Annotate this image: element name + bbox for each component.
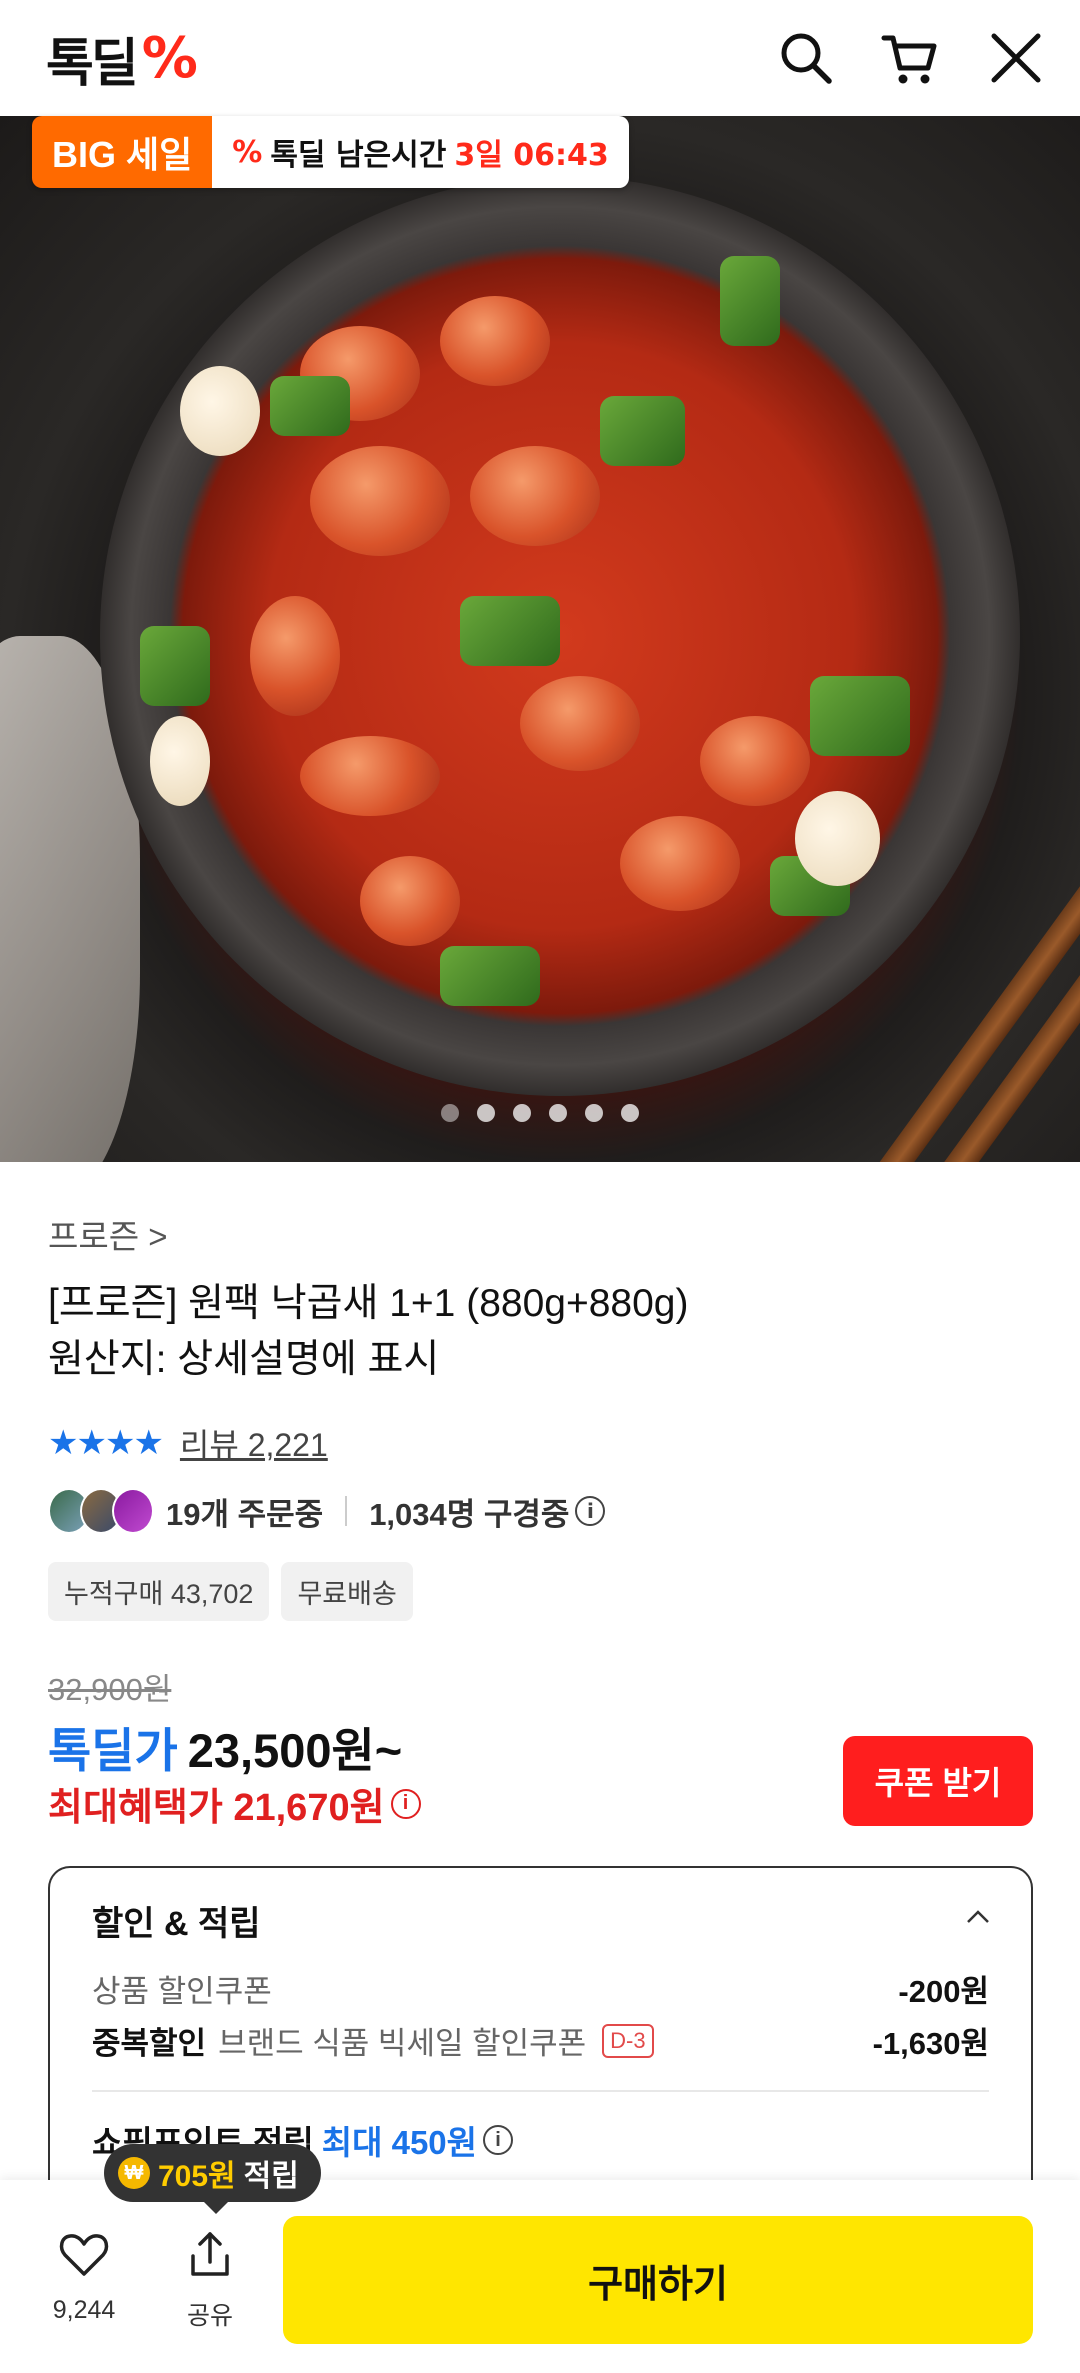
logo-text: 톡딜 (46, 33, 139, 94)
buyer-avatars (48, 1488, 154, 1534)
logo-percent-symbol: % (141, 25, 198, 91)
food-piece (720, 256, 780, 346)
pan-photo (100, 176, 1020, 1096)
food-piece (250, 596, 340, 716)
orders-count: 19개 주문중 (166, 1496, 324, 1532)
brand-breadcrumb[interactable]: 프로즌 > (48, 1210, 168, 1258)
talkdeal-logo[interactable]: 톡딜 % (46, 25, 198, 94)
info-icon[interactable]: i (575, 1496, 606, 1526)
food-piece (440, 946, 540, 1006)
food-piece (300, 736, 440, 816)
product-tags: 누적구매 43,702 무료배송 (48, 1562, 413, 1621)
chevron-up-icon[interactable] (965, 1904, 991, 1930)
timer-section: % 톡딜 남은시간 3일 06:43 (212, 116, 629, 188)
tooltip-suffix: 적립 (243, 2160, 299, 2193)
rating-row: ★★★★ 리뷰 2,221 (48, 1420, 328, 1466)
food-piece (460, 596, 560, 666)
avatar (112, 1488, 154, 1534)
discount-label-group: 중복할인 브랜드 식품 빅세일 할인쿠폰 D-3 (92, 2018, 654, 2063)
carousel-indicator (0, 1104, 1080, 1122)
tooltip-amount: 705원 (158, 2160, 236, 2193)
timer-label: 톡딜 남은시간 (270, 138, 447, 173)
discount-heading: 할인 & 적립 (92, 1905, 261, 1943)
activity-row: 19개 주문중 1,034명 구경중 i (48, 1486, 606, 1536)
stacked-discount-label: 중복할인 (92, 2026, 207, 2061)
talkdeal-percent-icon: % (232, 134, 263, 170)
deal-price-value: 23,500원~ (187, 1724, 403, 1777)
heart-icon (59, 2234, 109, 2276)
like-count: 9,244 (52, 2296, 116, 2324)
max-benefit-price: 최대혜택가 21,670원 i (48, 1776, 421, 1831)
product-title: [프로즌] 원팩 낙곱새 1+1 (880g+880g) 원산지: 상세설명에 … (48, 1276, 1028, 1388)
food-piece (600, 396, 685, 466)
product-title-line: [프로즌] 원팩 낙곱새 1+1 (880g+880g) (48, 1282, 689, 1325)
food-piece (180, 366, 260, 456)
food-piece (810, 676, 910, 756)
product-origin-line: 원산지: 상세설명에 표시 (48, 1338, 440, 1381)
food-piece (360, 856, 460, 946)
sale-timer-badge: BIG 세일 % 톡딜 남은시간 3일 06:43 (32, 116, 629, 188)
carousel-dot[interactable] (513, 1104, 531, 1122)
carousel-dot[interactable] (441, 1104, 459, 1122)
food-piece (700, 716, 810, 806)
d-day-badge: D-3 (602, 2023, 654, 2058)
food-piece (470, 446, 600, 546)
points-tooltip: ₩ 705원 적립 (104, 2144, 321, 2214)
free-shipping-chip: 무료배송 (281, 1562, 413, 1621)
buy-button[interactable]: 구매하기 (283, 2216, 1033, 2344)
deal-price-label: 톡딜가 (48, 1724, 178, 1777)
star-rating: ★★★★ (48, 1423, 164, 1463)
points-max: 최대 450원 (321, 2124, 478, 2161)
food-piece (440, 296, 550, 386)
discount-amount: -200원 (898, 1974, 989, 2009)
food-piece (140, 626, 210, 706)
cumulative-purchase-chip: 누적구매 43,702 (48, 1562, 270, 1621)
discount-label: 브랜드 식품 빅세일 할인쿠폰 (218, 2026, 587, 2061)
divider (345, 1496, 348, 1526)
share-icon (191, 2232, 229, 2276)
share-button[interactable]: 공유 (150, 2228, 270, 2332)
divider (92, 2090, 989, 2092)
discount-amount: -1,630원 (872, 2026, 989, 2061)
info-icon[interactable]: i (483, 2125, 514, 2155)
original-price: 32,900원 (48, 1672, 172, 1707)
top-bar: 톡딜 % (0, 0, 1080, 116)
deal-price-row: 톡딜가 23,500원~ (48, 1712, 402, 1781)
discount-label: 상품 할인쿠폰 (92, 1974, 272, 2009)
search-icon[interactable] (776, 28, 836, 88)
food-piece (270, 376, 350, 436)
carousel-dot[interactable] (585, 1104, 603, 1122)
food-piece (795, 791, 880, 886)
max-benefit-text: 최대혜택가 21,670원 (48, 1787, 385, 1829)
discount-row: 상품 할인쿠폰 -200원 (92, 1966, 989, 2011)
like-button[interactable]: 9,244 (24, 2228, 144, 2325)
cart-icon[interactable] (880, 28, 940, 88)
food-piece (150, 716, 210, 806)
food-piece (310, 446, 450, 556)
review-link[interactable]: 리뷰 2,221 (180, 1420, 328, 1466)
carousel-dot[interactable] (477, 1104, 495, 1122)
carousel-dot[interactable] (621, 1104, 639, 1122)
close-icon[interactable] (986, 28, 1046, 88)
info-icon[interactable]: i (390, 1788, 421, 1819)
share-label: 공유 (186, 2302, 233, 2330)
food-piece (620, 816, 740, 911)
get-coupon-button[interactable]: 쿠폰 받기 (843, 1736, 1033, 1826)
product-image-carousel[interactable] (0, 116, 1080, 1162)
coin-icon: ₩ (118, 2157, 150, 2189)
food-piece (520, 676, 640, 771)
discount-row: 중복할인 브랜드 식품 빅세일 할인쿠폰 D-3 -1,630원 (92, 2018, 989, 2063)
viewers-count: 1,034명 구경중 (369, 1496, 570, 1532)
carousel-dot[interactable] (549, 1104, 567, 1122)
timer-value: 3일 06:43 (454, 138, 609, 173)
big-sale-label: BIG 세일 (32, 116, 213, 188)
